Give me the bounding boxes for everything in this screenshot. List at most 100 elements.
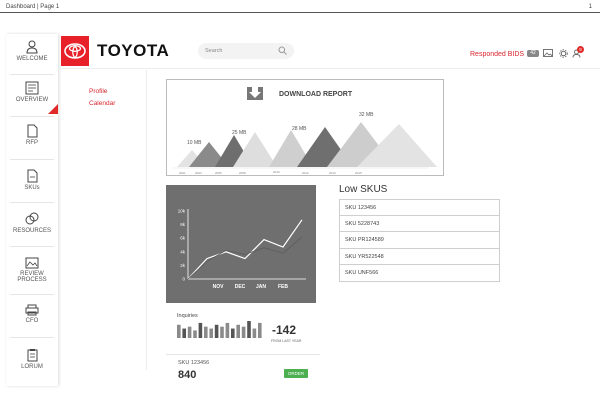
page-number: 1 xyxy=(588,4,592,10)
file-icon xyxy=(27,169,37,183)
y-tick-label: 8k xyxy=(180,222,186,227)
sidebar-item-label: SKUs xyxy=(24,185,40,191)
list-item[interactable]: SKU PR124589 xyxy=(339,232,500,249)
sidebar-item-overview[interactable]: OVERVIEW xyxy=(6,79,58,114)
notification-badge: 8 xyxy=(577,46,584,53)
list-item[interactable]: SKU UNF566 xyxy=(339,265,500,282)
sidebar-item-rfp[interactable]: RFP xyxy=(6,124,58,152)
responded-bids-link[interactable]: Responded BIDS xyxy=(470,51,524,58)
sidebar-item-label-2: PROCESS xyxy=(17,277,47,283)
overview-icon xyxy=(25,81,39,95)
inquiries-bar xyxy=(236,324,240,338)
gear-icon[interactable] xyxy=(559,49,568,58)
sidebar-item-label: OVERVIEW xyxy=(15,97,49,103)
document-icon xyxy=(27,124,37,138)
toyota-emblem-icon xyxy=(64,43,86,59)
divider xyxy=(10,202,54,203)
y-tick-label: 10k xyxy=(178,209,186,214)
y-tick-label: 4k xyxy=(180,249,186,254)
subnav-profile-link[interactable]: Profile xyxy=(89,88,107,95)
inquiries-bar xyxy=(193,330,197,338)
report-label: 10 MB xyxy=(187,140,202,146)
search-icon[interactable] xyxy=(278,46,287,55)
inquiries-bar xyxy=(209,328,213,338)
sidebar-item-lorum[interactable]: LORUM xyxy=(6,348,58,376)
report-axis-label: 2001 xyxy=(179,171,186,175)
inquiries-bar xyxy=(247,321,251,338)
divider xyxy=(10,246,54,247)
inquiries-bar xyxy=(220,326,224,338)
responded-count-badge: 42 xyxy=(527,50,539,57)
x-tick-label: DEC xyxy=(235,284,246,290)
review-icon xyxy=(25,257,39,269)
subnav-divider xyxy=(146,70,147,370)
inquiries-bar-chart xyxy=(177,321,262,338)
download-icon xyxy=(247,87,263,100)
subnav-calendar-link[interactable]: Calendar xyxy=(89,100,115,107)
inquiries-label: Inquiries xyxy=(177,313,198,319)
order-button[interactable]: ORDER xyxy=(284,369,308,378)
report-axis-label: 2008 xyxy=(239,171,246,175)
sidebar-item-label: CFO xyxy=(25,318,39,324)
y-tick-label: 0 xyxy=(182,277,185,282)
page-title: Dashboard | Page 1 xyxy=(6,4,60,10)
series-line-0 xyxy=(187,219,303,280)
sales-line-chart: 10k 8k 6k 4k 2k 0 NOV DEC JAN FEB xyxy=(166,185,316,303)
list-item[interactable]: SKU 123456 xyxy=(339,199,500,216)
list-item[interactable]: SKU YR522548 xyxy=(339,248,500,265)
sidebar-item-resources[interactable]: RESOURCES xyxy=(6,212,58,240)
sidebar-item-cfo[interactable]: CFO xyxy=(6,304,58,330)
sidebar-item-review-process[interactable]: REVIEW PROCESS xyxy=(6,257,58,291)
inquiries-bar xyxy=(177,324,181,338)
report-axis-label: 2005 xyxy=(215,171,222,175)
inquiries-bar xyxy=(225,322,230,338)
divider xyxy=(10,159,54,160)
inquiries-bar xyxy=(258,322,262,338)
inquiries-delta: -142 xyxy=(272,323,297,337)
report-axis-label: 2010 xyxy=(273,170,280,174)
inquiries-bar xyxy=(187,326,192,338)
report-axis-label: 2013 xyxy=(329,171,336,175)
printer-icon xyxy=(25,304,39,316)
header-divider xyxy=(60,68,600,69)
low-skus-list: SKU 123456 SKU 5228743 SKU PR124589 SKU … xyxy=(339,199,500,282)
active-indicator xyxy=(48,104,58,114)
toyota-logo[interactable] xyxy=(61,36,89,66)
top-bar: Dashboard | Page 1 1 xyxy=(0,0,600,13)
clipboard-icon xyxy=(27,349,37,362)
inquiries-bar xyxy=(241,326,246,338)
inquiries-bar xyxy=(204,326,208,338)
x-tick-label: NOV xyxy=(213,284,225,290)
sidebar-item-label: WELCOME xyxy=(16,56,48,62)
sku-summary-value: 840 xyxy=(178,369,197,381)
x-tick-label: FEB xyxy=(278,284,288,290)
sidebar-item-label: LORUM xyxy=(21,364,43,370)
line-chart-svg: 10k 8k 6k 4k 2k 0 NOV DEC JAN FEB xyxy=(178,209,306,290)
inquiries-caption: FROM LAST YEAR xyxy=(271,339,302,343)
search-input[interactable]: Search xyxy=(198,43,294,59)
brand-name: TOYOTA xyxy=(97,41,170,60)
sidebar-item-skus[interactable]: SKUs xyxy=(6,169,58,197)
download-report-card[interactable]: 10 MB 25 MB 28 MB 32 MB 2001 2003 2005 2… xyxy=(166,79,444,176)
list-item[interactable]: SKU 5228743 xyxy=(339,215,500,232)
inquiries-bar xyxy=(214,324,219,338)
sidebar-item-label: RFP xyxy=(26,140,38,146)
inquiries-bar xyxy=(198,322,203,338)
divider xyxy=(10,294,54,295)
sku-summary-label: SKU 123456 xyxy=(178,360,210,366)
report-label: 32 MB xyxy=(359,112,374,118)
low-skus-title: Low SKUS xyxy=(339,184,388,195)
inquiries-bar xyxy=(231,328,235,338)
divider xyxy=(10,74,54,75)
inquiries-bar xyxy=(252,328,257,338)
user-icon xyxy=(26,40,38,54)
y-tick-label: 2k xyxy=(180,263,186,268)
divider xyxy=(10,116,54,117)
inquiries-bar xyxy=(182,328,186,338)
report-axis-label: 2012 xyxy=(302,171,309,175)
sidebar-item-welcome[interactable]: WELCOME xyxy=(6,40,58,70)
image-icon[interactable] xyxy=(543,49,553,57)
x-tick-label: JAN xyxy=(256,284,266,290)
report-label: 25 MB xyxy=(232,130,247,136)
download-report-title[interactable]: DOWNLOAD REPORT xyxy=(279,91,352,98)
